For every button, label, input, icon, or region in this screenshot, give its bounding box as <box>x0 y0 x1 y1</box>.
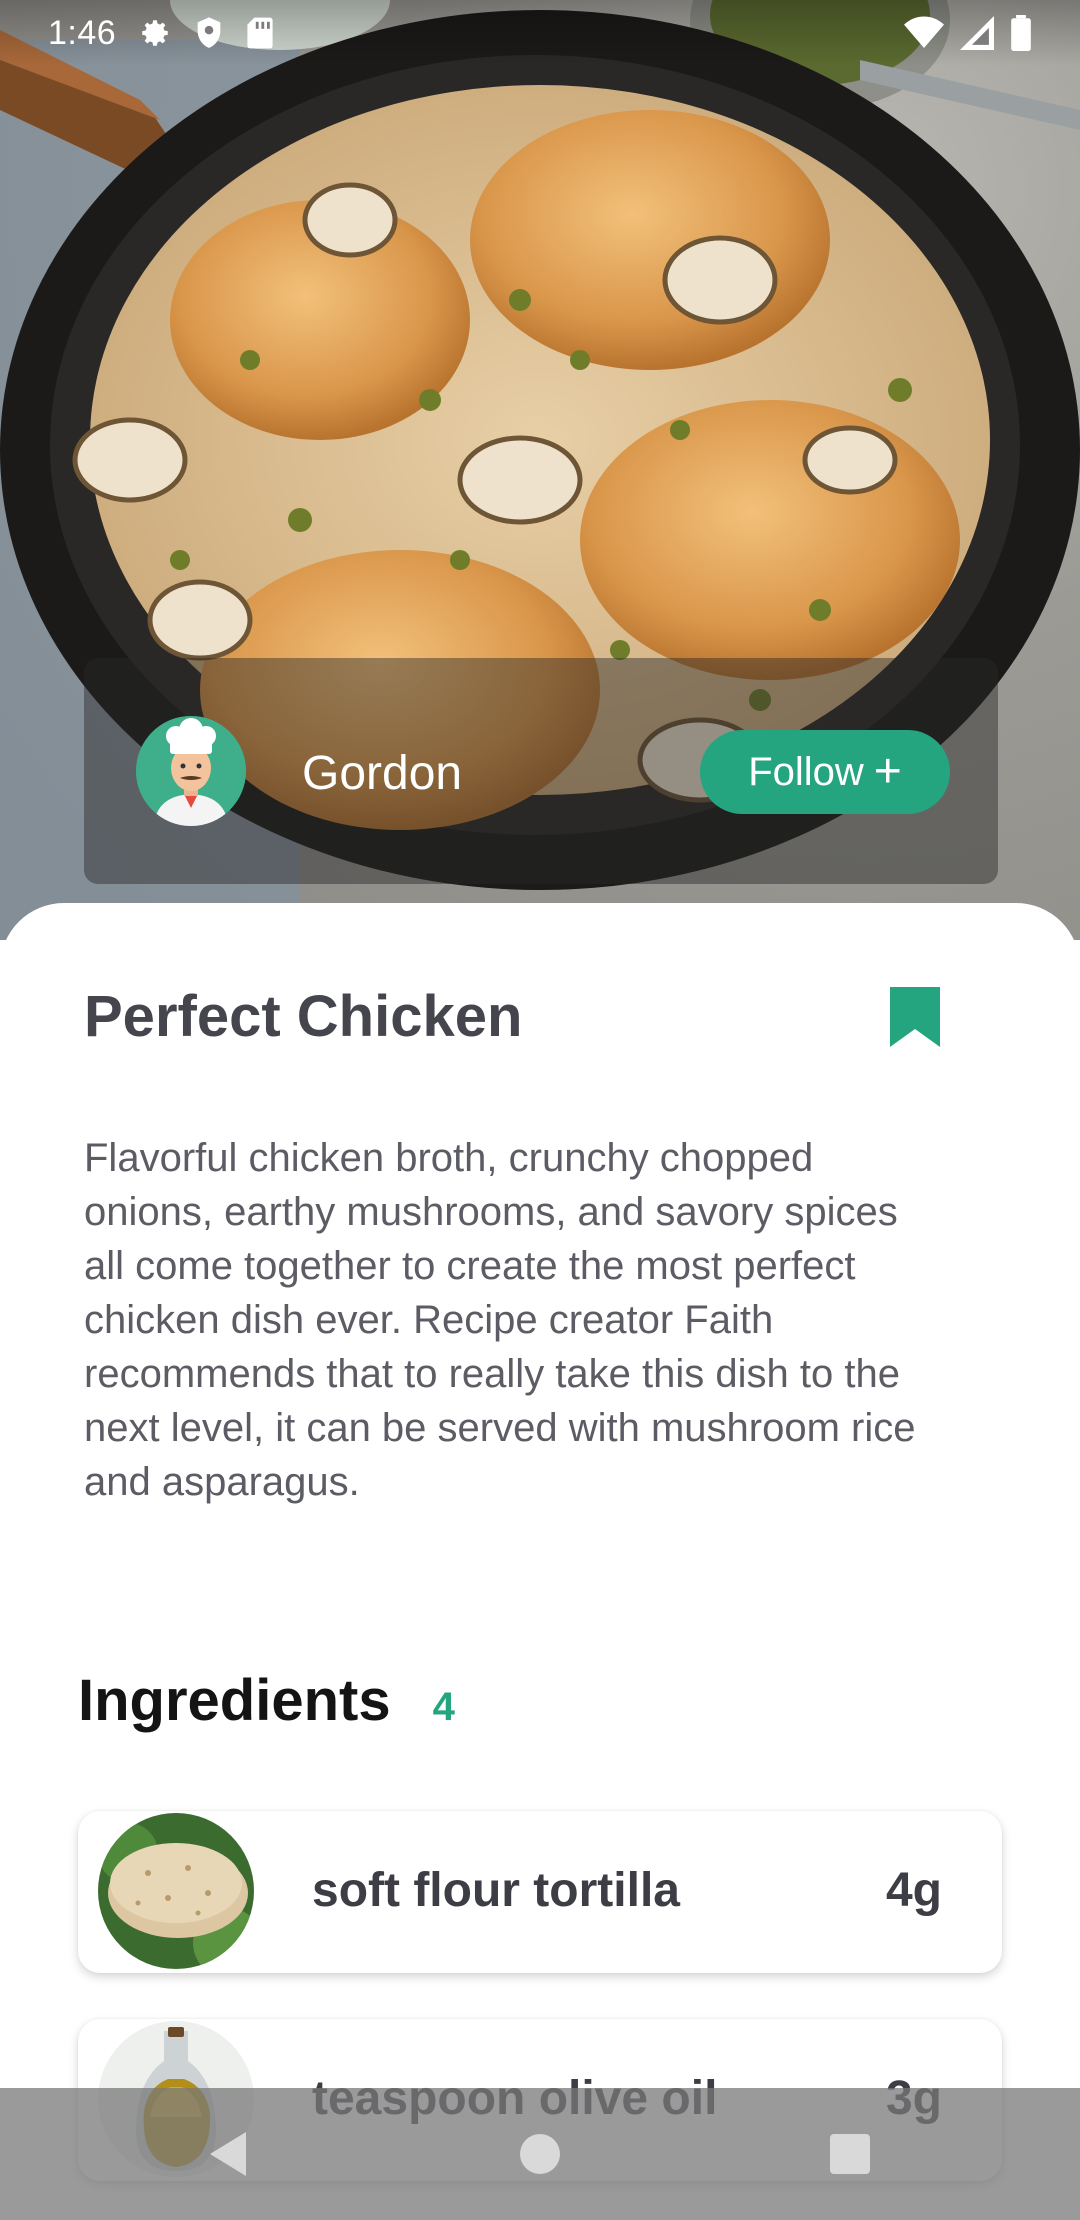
status-time: 1:46 <box>48 13 117 52</box>
ingredients-count: 4 <box>432 1685 455 1729</box>
author-overlay: Gordon Follow + <box>84 658 998 884</box>
shield-icon <box>197 17 221 48</box>
recipe-content-sheet: Perfect Chicken Flavorful chicken broth,… <box>0 903 1080 2220</box>
signal-icon <box>960 16 994 50</box>
recipe-title: Perfect Chicken <box>84 984 523 1049</box>
wifi-icon <box>904 16 944 48</box>
battery-icon <box>1011 15 1031 51</box>
follow-label: Follow <box>748 749 864 794</box>
ingredients-header: Ingredients 4 <box>78 1667 455 1734</box>
back-icon[interactable] <box>196 2122 260 2186</box>
sd-card-icon <box>247 17 273 49</box>
follow-button[interactable]: Follow + <box>700 730 950 814</box>
plus-icon: + <box>873 745 902 798</box>
status-left: 1:46 <box>48 14 274 53</box>
home-icon[interactable] <box>508 2122 572 2186</box>
recipe-description: Flavorful chicken broth, crunchy chopped… <box>84 1136 916 1504</box>
ingredient-name: soft flour tortilla <box>312 1864 680 1917</box>
recipe-detail-screen: 1:46 Gordon Follow + Perfect Chicken Fla… <box>0 0 1080 2220</box>
chef-icon <box>136 716 246 826</box>
recents-icon[interactable] <box>818 2122 882 2186</box>
status-bar: 1:46 <box>0 0 1080 66</box>
gear-icon <box>142 20 168 46</box>
bookmark-icon[interactable] <box>888 985 942 1049</box>
author-name[interactable]: Gordon <box>302 746 462 801</box>
navigation-bar <box>0 2088 1080 2220</box>
tortilla-image <box>98 1813 254 1969</box>
status-right <box>904 15 1032 51</box>
chef-avatar[interactable] <box>136 716 246 826</box>
ingredient-quantity: 4g <box>885 1864 942 1917</box>
ingredients-title: Ingredients <box>78 1668 391 1733</box>
ingredient-card[interactable]: soft flour tortilla 4g <box>78 1811 1002 1973</box>
